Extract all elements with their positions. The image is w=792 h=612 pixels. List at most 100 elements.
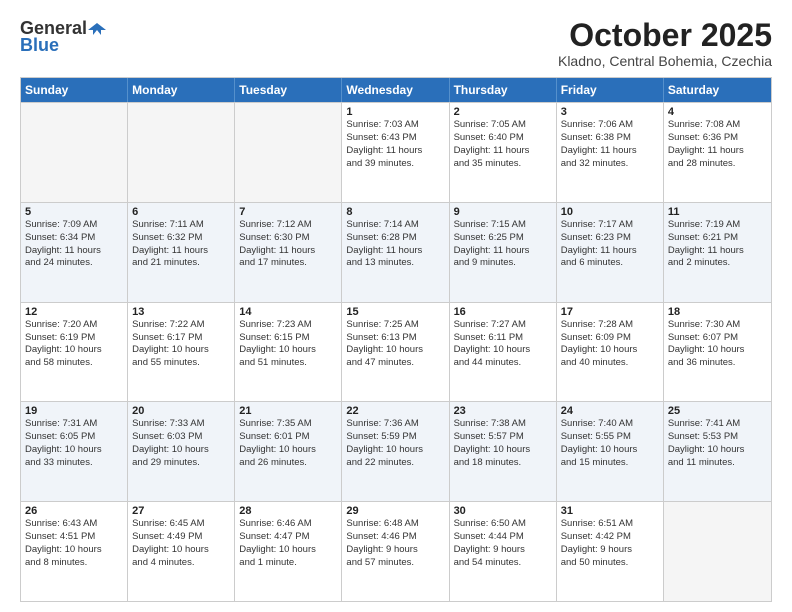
calendar-row-2: 12Sunrise: 7:20 AM Sunset: 6:19 PM Dayli… [21,302,771,402]
day-info: Sunrise: 6:51 AM Sunset: 4:42 PM Dayligh… [561,518,659,569]
day-info: Sunrise: 7:36 AM Sunset: 5:59 PM Dayligh… [346,418,444,469]
empty-cell-0-1 [128,103,235,202]
day-number: 1 [346,106,444,118]
day-number: 16 [454,306,552,318]
day-info: Sunrise: 7:27 AM Sunset: 6:11 PM Dayligh… [454,319,552,370]
day-number: 21 [239,405,337,417]
empty-cell-4-6 [664,502,771,601]
weekday-header-thursday: Thursday [450,78,557,102]
day-info: Sunrise: 7:33 AM Sunset: 6:03 PM Dayligh… [132,418,230,469]
day-cell-23: 23Sunrise: 7:38 AM Sunset: 5:57 PM Dayli… [450,402,557,501]
empty-cell-0-0 [21,103,128,202]
day-cell-5: 5Sunrise: 7:09 AM Sunset: 6:34 PM Daylig… [21,203,128,302]
day-info: Sunrise: 6:46 AM Sunset: 4:47 PM Dayligh… [239,518,337,569]
location: Kladno, Central Bohemia, Czechia [558,53,772,69]
weekday-header-wednesday: Wednesday [342,78,449,102]
logo: General Blue [20,18,107,56]
day-number: 10 [561,206,659,218]
page-header: General Blue October 2025 Kladno, Centra… [20,18,772,69]
calendar-row-1: 5Sunrise: 7:09 AM Sunset: 6:34 PM Daylig… [21,202,771,302]
day-number: 3 [561,106,659,118]
day-cell-28: 28Sunrise: 6:46 AM Sunset: 4:47 PM Dayli… [235,502,342,601]
day-cell-13: 13Sunrise: 7:22 AM Sunset: 6:17 PM Dayli… [128,303,235,402]
day-info: Sunrise: 7:08 AM Sunset: 6:36 PM Dayligh… [668,119,767,170]
day-number: 15 [346,306,444,318]
day-number: 8 [346,206,444,218]
day-number: 31 [561,505,659,517]
day-info: Sunrise: 6:45 AM Sunset: 4:49 PM Dayligh… [132,518,230,569]
day-info: Sunrise: 6:50 AM Sunset: 4:44 PM Dayligh… [454,518,552,569]
day-cell-9: 9Sunrise: 7:15 AM Sunset: 6:25 PM Daylig… [450,203,557,302]
day-info: Sunrise: 7:40 AM Sunset: 5:55 PM Dayligh… [561,418,659,469]
calendar-body: 1Sunrise: 7:03 AM Sunset: 6:43 PM Daylig… [21,102,771,601]
day-info: Sunrise: 7:12 AM Sunset: 6:30 PM Dayligh… [239,219,337,270]
day-cell-25: 25Sunrise: 7:41 AM Sunset: 5:53 PM Dayli… [664,402,771,501]
day-cell-22: 22Sunrise: 7:36 AM Sunset: 5:59 PM Dayli… [342,402,449,501]
day-info: Sunrise: 7:05 AM Sunset: 6:40 PM Dayligh… [454,119,552,170]
day-cell-24: 24Sunrise: 7:40 AM Sunset: 5:55 PM Dayli… [557,402,664,501]
day-number: 11 [668,206,767,218]
day-number: 13 [132,306,230,318]
day-cell-12: 12Sunrise: 7:20 AM Sunset: 6:19 PM Dayli… [21,303,128,402]
day-number: 30 [454,505,552,517]
day-cell-10: 10Sunrise: 7:17 AM Sunset: 6:23 PM Dayli… [557,203,664,302]
logo-bird-icon [88,20,106,38]
logo-blue: Blue [20,35,59,56]
day-cell-18: 18Sunrise: 7:30 AM Sunset: 6:07 PM Dayli… [664,303,771,402]
day-info: Sunrise: 6:48 AM Sunset: 4:46 PM Dayligh… [346,518,444,569]
day-info: Sunrise: 7:35 AM Sunset: 6:01 PM Dayligh… [239,418,337,469]
day-number: 29 [346,505,444,517]
day-number: 18 [668,306,767,318]
calendar-header: SundayMondayTuesdayWednesdayThursdayFrid… [21,78,771,102]
day-number: 6 [132,206,230,218]
day-number: 23 [454,405,552,417]
day-cell-6: 6Sunrise: 7:11 AM Sunset: 6:32 PM Daylig… [128,203,235,302]
day-info: Sunrise: 7:31 AM Sunset: 6:05 PM Dayligh… [25,418,123,469]
day-info: Sunrise: 7:28 AM Sunset: 6:09 PM Dayligh… [561,319,659,370]
day-number: 28 [239,505,337,517]
day-number: 26 [25,505,123,517]
day-info: Sunrise: 7:09 AM Sunset: 6:34 PM Dayligh… [25,219,123,270]
weekday-header-friday: Friday [557,78,664,102]
day-info: Sunrise: 7:41 AM Sunset: 5:53 PM Dayligh… [668,418,767,469]
day-info: Sunrise: 7:06 AM Sunset: 6:38 PM Dayligh… [561,119,659,170]
day-cell-14: 14Sunrise: 7:23 AM Sunset: 6:15 PM Dayli… [235,303,342,402]
day-number: 19 [25,405,123,417]
day-number: 20 [132,405,230,417]
day-info: Sunrise: 7:25 AM Sunset: 6:13 PM Dayligh… [346,319,444,370]
day-number: 5 [25,206,123,218]
calendar-row-3: 19Sunrise: 7:31 AM Sunset: 6:05 PM Dayli… [21,401,771,501]
day-cell-27: 27Sunrise: 6:45 AM Sunset: 4:49 PM Dayli… [128,502,235,601]
weekday-header-sunday: Sunday [21,78,128,102]
day-number: 4 [668,106,767,118]
day-number: 17 [561,306,659,318]
day-number: 2 [454,106,552,118]
day-number: 12 [25,306,123,318]
day-number: 14 [239,306,337,318]
day-info: Sunrise: 7:11 AM Sunset: 6:32 PM Dayligh… [132,219,230,270]
day-cell-17: 17Sunrise: 7:28 AM Sunset: 6:09 PM Dayli… [557,303,664,402]
day-number: 24 [561,405,659,417]
day-number: 27 [132,505,230,517]
day-number: 7 [239,206,337,218]
calendar: SundayMondayTuesdayWednesdayThursdayFrid… [20,77,772,602]
day-cell-3: 3Sunrise: 7:06 AM Sunset: 6:38 PM Daylig… [557,103,664,202]
day-cell-26: 26Sunrise: 6:43 AM Sunset: 4:51 PM Dayli… [21,502,128,601]
day-info: Sunrise: 7:38 AM Sunset: 5:57 PM Dayligh… [454,418,552,469]
day-cell-2: 2Sunrise: 7:05 AM Sunset: 6:40 PM Daylig… [450,103,557,202]
day-cell-4: 4Sunrise: 7:08 AM Sunset: 6:36 PM Daylig… [664,103,771,202]
day-cell-15: 15Sunrise: 7:25 AM Sunset: 6:13 PM Dayli… [342,303,449,402]
day-cell-21: 21Sunrise: 7:35 AM Sunset: 6:01 PM Dayli… [235,402,342,501]
day-number: 25 [668,405,767,417]
empty-cell-0-2 [235,103,342,202]
day-cell-16: 16Sunrise: 7:27 AM Sunset: 6:11 PM Dayli… [450,303,557,402]
day-number: 9 [454,206,552,218]
day-info: Sunrise: 7:23 AM Sunset: 6:15 PM Dayligh… [239,319,337,370]
calendar-row-0: 1Sunrise: 7:03 AM Sunset: 6:43 PM Daylig… [21,102,771,202]
day-number: 22 [346,405,444,417]
calendar-row-4: 26Sunrise: 6:43 AM Sunset: 4:51 PM Dayli… [21,501,771,601]
weekday-header-tuesday: Tuesday [235,78,342,102]
title-block: October 2025 Kladno, Central Bohemia, Cz… [558,18,772,69]
day-cell-1: 1Sunrise: 7:03 AM Sunset: 6:43 PM Daylig… [342,103,449,202]
day-info: Sunrise: 7:19 AM Sunset: 6:21 PM Dayligh… [668,219,767,270]
